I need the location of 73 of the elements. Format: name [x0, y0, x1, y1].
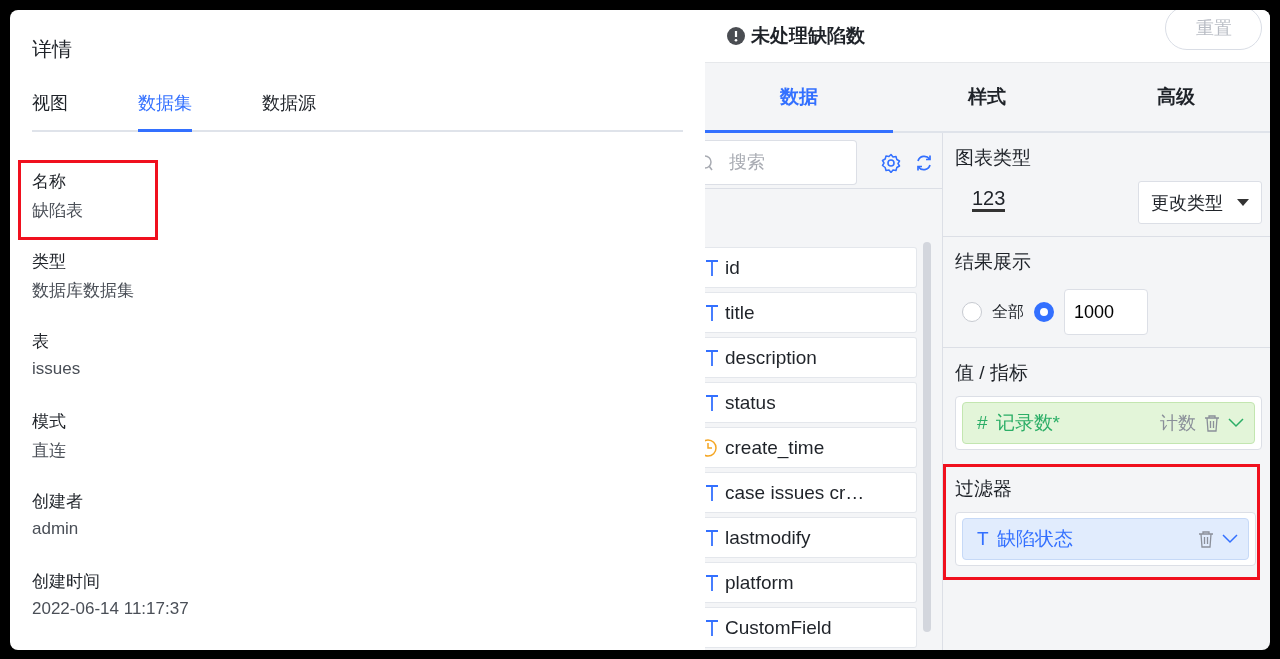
- chevron-down-icon[interactable]: [1228, 418, 1244, 428]
- field-value: 直连: [32, 440, 66, 462]
- text-type-icon: [705, 617, 719, 638]
- field-value: 数据库数据集: [32, 280, 134, 302]
- field-type-symbol: T: [977, 528, 989, 550]
- caret-icon: [1237, 198, 1249, 207]
- field-name: status: [725, 391, 776, 414]
- field-label: 名称: [32, 171, 66, 193]
- text-type-icon: [705, 482, 719, 503]
- field-label: 创建者: [32, 491, 83, 513]
- field-item[interactable]: create_time: [705, 427, 917, 468]
- field-name: id: [725, 256, 740, 279]
- field-item[interactable]: CustomField: [705, 607, 917, 648]
- field-item[interactable]: status: [705, 382, 917, 423]
- section-label: 值 / 指标: [955, 361, 1028, 385]
- field-name: CustomField: [725, 616, 832, 639]
- radio-button[interactable]: [1034, 302, 1054, 322]
- aggregation-label: 计数: [1160, 412, 1196, 435]
- field-item[interactable]: lastmodify: [705, 517, 917, 558]
- clock-icon: [705, 437, 719, 458]
- field-item[interactable]: description: [705, 337, 917, 378]
- field-item[interactable]: title: [705, 292, 917, 333]
- field-name: case issues cr…: [725, 481, 865, 504]
- field-name: description: [725, 346, 817, 369]
- text-type-icon: [705, 527, 719, 548]
- tab[interactable]: 高级: [1081, 63, 1270, 133]
- field-label: 类型: [32, 251, 66, 273]
- scrollbar[interactable]: [923, 242, 931, 632]
- field-value: issues: [32, 359, 81, 379]
- number-input[interactable]: 1000: [1064, 289, 1148, 335]
- field-name: 记录数*: [995, 411, 1061, 435]
- field-label: 模式: [32, 411, 66, 433]
- field-item[interactable]: case issues cr…: [705, 472, 917, 513]
- trash-icon[interactable]: [1204, 414, 1220, 432]
- field-value: admin: [32, 519, 79, 539]
- refresh-icon[interactable]: [915, 153, 933, 172]
- text-type-icon: [705, 572, 719, 593]
- text-type-icon: [705, 347, 719, 368]
- tab[interactable]: 数据集: [138, 85, 192, 132]
- tab[interactable]: 样式: [893, 63, 1082, 133]
- section-label: 结果展示: [955, 250, 1031, 274]
- field-chip[interactable]: T 缺陷状态: [962, 518, 1249, 560]
- chevron-down-icon[interactable]: [1222, 534, 1238, 544]
- field-value: 2022-06-14 11:17:37: [32, 599, 189, 619]
- tab[interactable]: 数据: [705, 63, 894, 133]
- tab[interactable]: 数据源: [262, 85, 316, 132]
- field-name: title: [725, 301, 755, 324]
- chart-title: 未处理缺陷数: [751, 24, 866, 48]
- field-item[interactable]: id: [705, 247, 917, 288]
- tab[interactable]: 视图: [32, 85, 68, 132]
- radio-label: 全部: [992, 301, 1024, 322]
- field-type-symbol: #: [977, 412, 988, 434]
- text-type-icon: [705, 302, 719, 323]
- panel-title: 详情: [32, 37, 72, 62]
- field-name: create_time: [725, 436, 825, 459]
- field-label: 创建时间: [32, 571, 100, 593]
- field-name: platform: [725, 571, 794, 594]
- section-label: 图表类型: [955, 146, 1031, 170]
- settings-icon[interactable]: [881, 152, 901, 173]
- field-name: 缺陷状态: [996, 527, 1074, 551]
- field-label: 表: [32, 331, 49, 353]
- section-label: 过滤器: [955, 477, 1012, 501]
- info-icon: [727, 27, 745, 45]
- text-type-icon: [705, 392, 719, 413]
- change-type-dropdown[interactable]: 更改类型: [1138, 181, 1262, 224]
- chart-type-label: 123: [972, 187, 1006, 212]
- search-field[interactable]: 搜索: [705, 140, 857, 185]
- field-name: lastmodify: [725, 526, 811, 549]
- text-type-icon: [705, 257, 719, 278]
- trash-icon[interactable]: [1198, 530, 1214, 548]
- field-value: 缺陷表: [32, 200, 83, 222]
- field-item[interactable]: platform: [705, 562, 917, 603]
- radio-button[interactable]: [962, 302, 982, 322]
